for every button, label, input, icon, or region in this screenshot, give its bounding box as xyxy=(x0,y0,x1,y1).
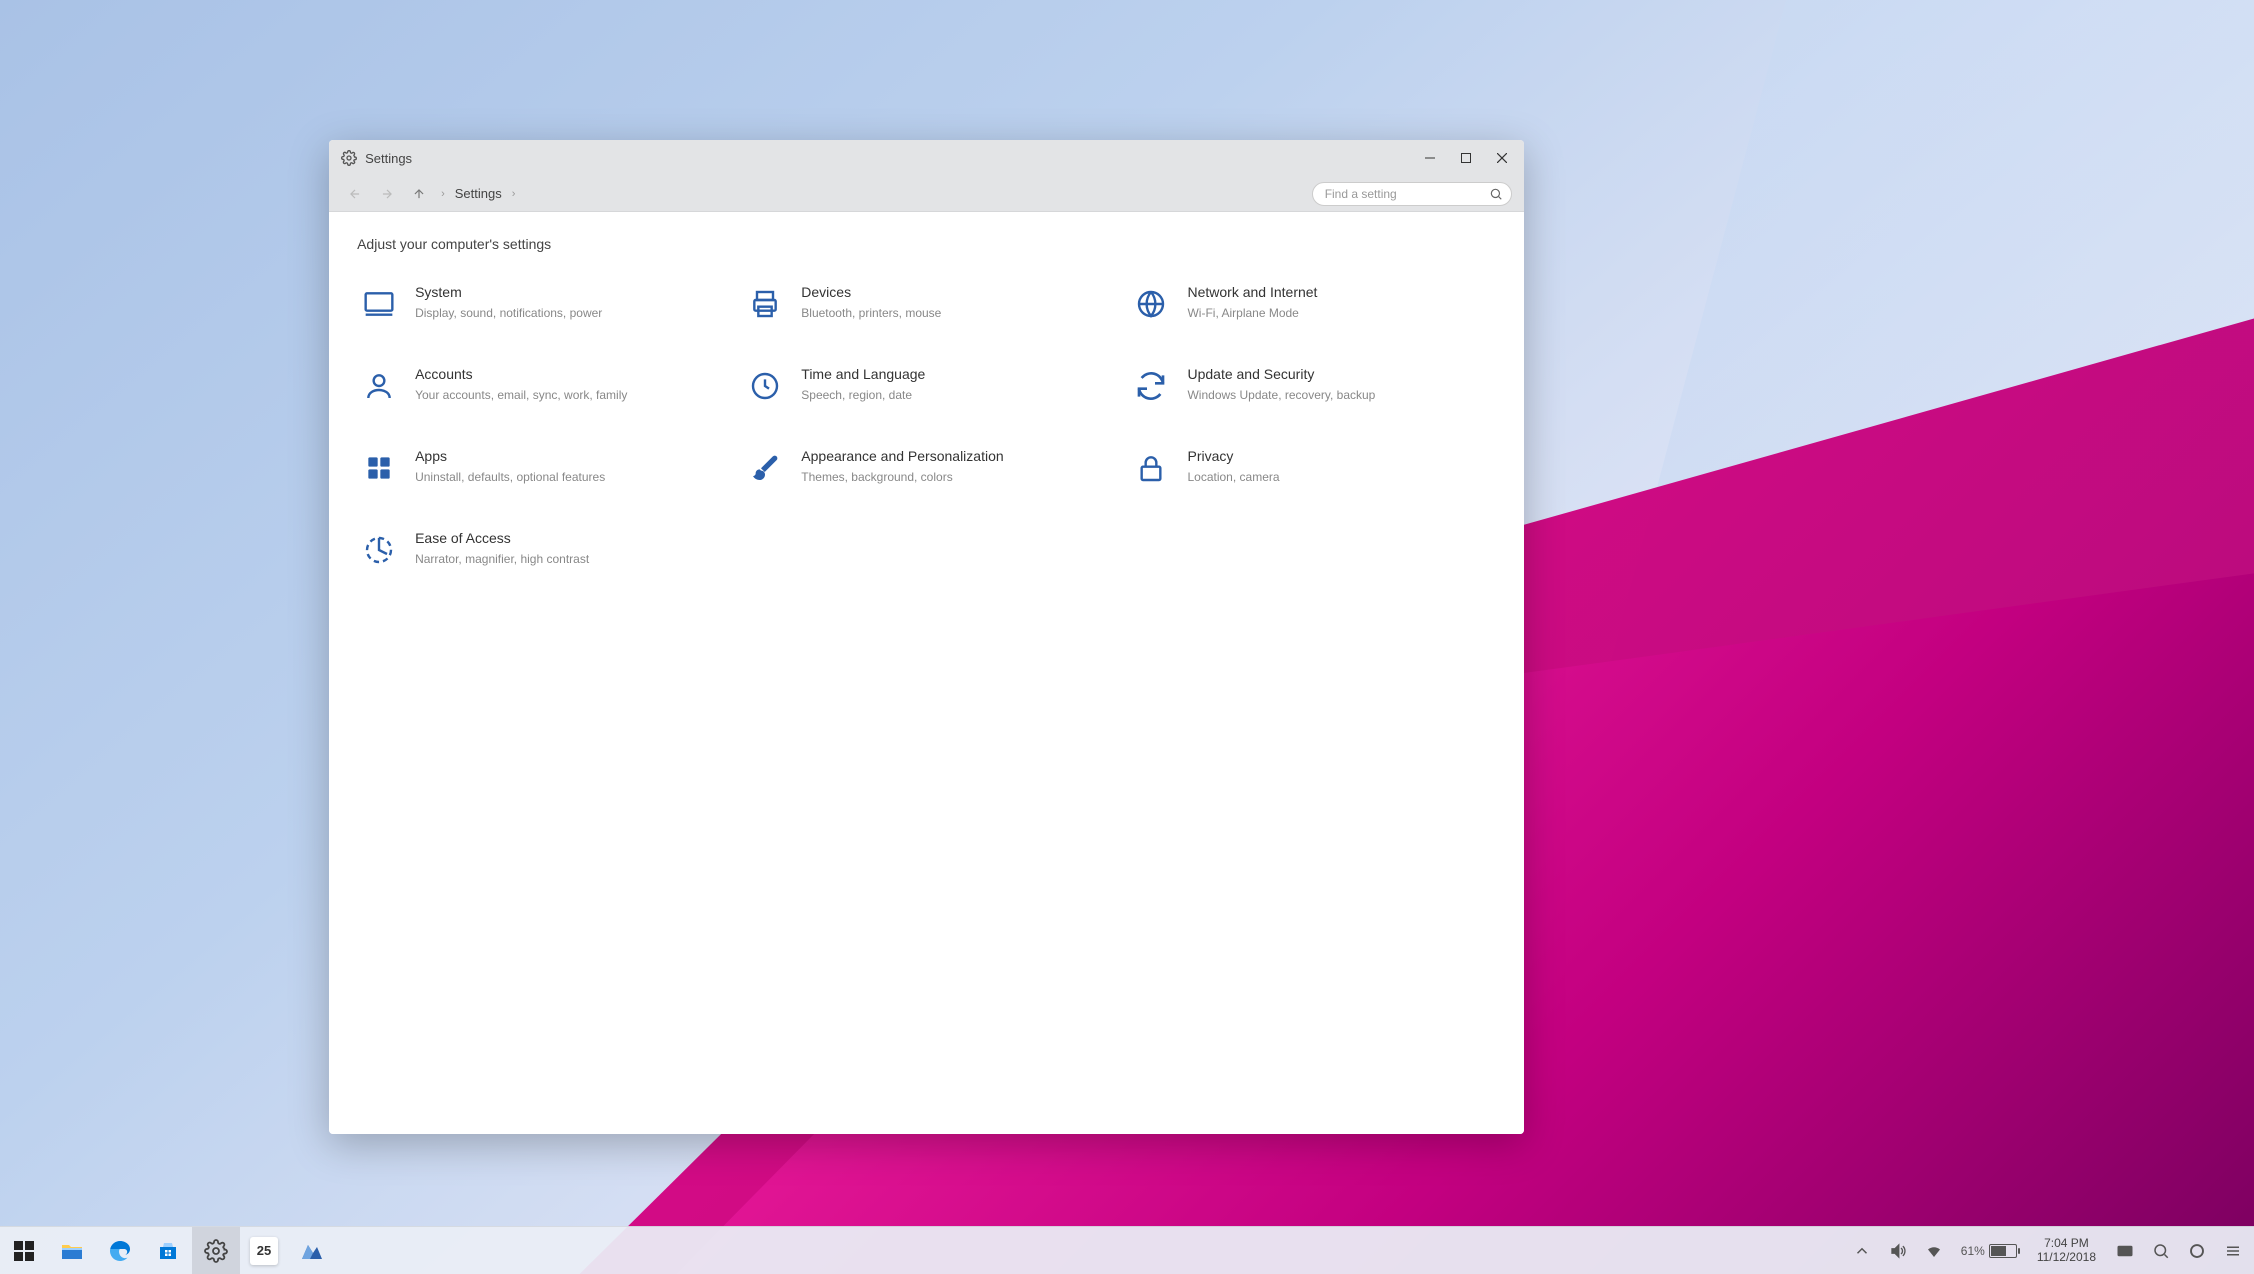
person-icon xyxy=(361,368,397,404)
window-title: Settings xyxy=(365,151,412,166)
search-icon[interactable] xyxy=(1489,187,1503,201)
task-view-button[interactable] xyxy=(2108,1227,2142,1274)
category-title: Update and Security xyxy=(1187,366,1375,382)
search-field[interactable] xyxy=(1325,187,1489,201)
settings-category-accounts[interactable]: Accounts Your accounts, email, sync, work… xyxy=(357,362,723,408)
store-button[interactable] xyxy=(144,1227,192,1274)
nav-forward-button[interactable] xyxy=(373,180,401,208)
ease-icon xyxy=(361,532,397,568)
battery-icon xyxy=(1989,1244,2017,1258)
category-title: System xyxy=(415,284,602,300)
breadcrumb-item[interactable]: Settings xyxy=(453,186,504,201)
action-center-button[interactable] xyxy=(2216,1227,2250,1274)
lock-icon xyxy=(1133,450,1169,486)
category-title: Privacy xyxy=(1187,448,1279,464)
category-title: Ease of Access xyxy=(415,530,589,546)
nav-back-button[interactable] xyxy=(341,180,369,208)
gear-icon xyxy=(341,150,357,166)
calendar-app-button[interactable]: 25 xyxy=(240,1227,288,1274)
category-desc: Wi-Fi, Airplane Mode xyxy=(1187,306,1317,322)
taskbar-clock[interactable]: 7:04 PM 11/12/2018 xyxy=(2027,1227,2106,1274)
taskbar: 25 61% 7:04 PM 11/12/2018 xyxy=(0,1226,2254,1274)
battery-indicator[interactable]: 61% xyxy=(1953,1227,2025,1274)
battery-percent-label: 61% xyxy=(1961,1244,1985,1258)
edge-browser-button[interactable] xyxy=(96,1227,144,1274)
clock-icon xyxy=(747,368,783,404)
settings-window: Settings › Settings › xyxy=(329,140,1524,1134)
settings-category-update[interactable]: Update and Security Windows Update, recov… xyxy=(1129,362,1495,408)
settings-category-network[interactable]: Network and Internet Wi-Fi, Airplane Mode xyxy=(1129,280,1495,326)
window-minimize-button[interactable] xyxy=(1412,140,1448,176)
category-title: Apps xyxy=(415,448,605,464)
volume-icon[interactable] xyxy=(1881,1227,1915,1274)
settings-category-privacy[interactable]: Privacy Location, camera xyxy=(1129,444,1495,490)
category-title: Devices xyxy=(801,284,941,300)
category-title: Time and Language xyxy=(801,366,925,382)
clock-time: 7:04 PM xyxy=(2044,1237,2089,1251)
settings-category-system[interactable]: System Display, sound, notifications, pow… xyxy=(357,280,723,326)
chevron-right-icon: › xyxy=(437,188,449,200)
nav-toolbar: › Settings › xyxy=(329,176,1524,212)
printer-icon xyxy=(747,286,783,322)
sync-icon xyxy=(1133,368,1169,404)
chevron-right-icon: › xyxy=(508,188,520,200)
globe-icon xyxy=(1133,286,1169,322)
settings-category-ease[interactable]: Ease of Access Narrator, magnifier, high … xyxy=(357,526,723,572)
category-desc: Uninstall, defaults, optional features xyxy=(415,470,605,486)
category-desc: Windows Update, recovery, backup xyxy=(1187,388,1375,404)
settings-category-time[interactable]: Time and Language Speech, region, date xyxy=(743,362,1109,408)
calendar-day-label: 25 xyxy=(250,1237,278,1265)
window-maximize-button[interactable] xyxy=(1448,140,1484,176)
start-button[interactable] xyxy=(0,1227,48,1274)
category-title: Accounts xyxy=(415,366,627,382)
tray-expand-button[interactable] xyxy=(1845,1227,1879,1274)
clock-date: 11/12/2018 xyxy=(2037,1251,2096,1265)
pinned-app-button[interactable] xyxy=(288,1227,336,1274)
settings-category-grid: System Display, sound, notifications, pow… xyxy=(357,280,1496,572)
settings-category-appearance[interactable]: Appearance and Personalization Themes, ba… xyxy=(743,444,1109,490)
cortana-button[interactable] xyxy=(2180,1227,2214,1274)
window-titlebar[interactable]: Settings xyxy=(329,140,1524,176)
category-desc: Narrator, magnifier, high contrast xyxy=(415,552,589,568)
category-desc: Bluetooth, printers, mouse xyxy=(801,306,941,322)
settings-category-apps[interactable]: Apps Uninstall, defaults, optional featur… xyxy=(357,444,723,490)
settings-content: Adjust your computer's settings System Di… xyxy=(329,212,1524,1134)
monitor-icon xyxy=(361,286,397,322)
search-button[interactable] xyxy=(2144,1227,2178,1274)
category-desc: Themes, background, colors xyxy=(801,470,1003,486)
page-subtitle: Adjust your computer's settings xyxy=(357,236,1496,252)
window-close-button[interactable] xyxy=(1484,140,1520,176)
settings-app-button[interactable] xyxy=(192,1227,240,1274)
category-desc: Speech, region, date xyxy=(801,388,925,404)
apps-icon xyxy=(361,450,397,486)
settings-category-devices[interactable]: Devices Bluetooth, printers, mouse xyxy=(743,280,1109,326)
category-desc: Location, camera xyxy=(1187,470,1279,486)
category-desc: Display, sound, notifications, power xyxy=(415,306,602,322)
file-explorer-button[interactable] xyxy=(48,1227,96,1274)
search-input[interactable] xyxy=(1312,182,1512,206)
category-title: Appearance and Personalization xyxy=(801,448,1003,464)
category-desc: Your accounts, email, sync, work, family xyxy=(415,388,627,404)
wifi-icon[interactable] xyxy=(1917,1227,1951,1274)
brush-icon xyxy=(747,450,783,486)
nav-up-button[interactable] xyxy=(405,180,433,208)
category-title: Network and Internet xyxy=(1187,284,1317,300)
